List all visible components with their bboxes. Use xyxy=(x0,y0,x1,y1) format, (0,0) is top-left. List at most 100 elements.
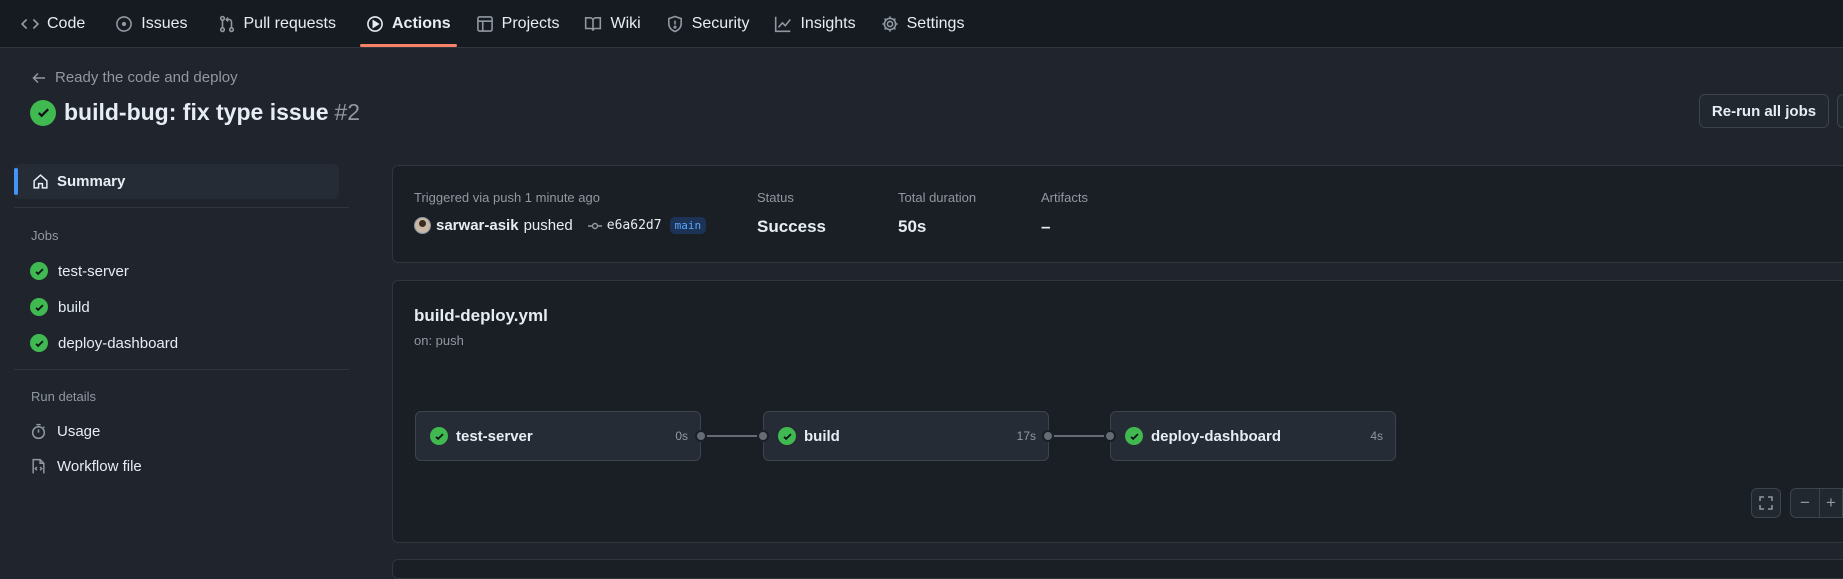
job-node-test-server[interactable]: test-server 0s xyxy=(415,411,701,461)
zoom-out-button[interactable]: − xyxy=(1790,488,1820,518)
tab-settings[interactable]: Settings xyxy=(873,0,973,47)
tab-projects[interactable]: Projects xyxy=(468,0,568,47)
table-icon xyxy=(476,15,493,32)
job-duration: 0s xyxy=(675,429,688,443)
tab-label: Settings xyxy=(906,14,965,32)
status-label: Status xyxy=(757,190,794,205)
zoom-in-button[interactable]: + xyxy=(1819,488,1843,518)
trigger-details: sarwar-asik pushed e6a62d7 main xyxy=(414,217,707,234)
trigger-text: Triggered via push 1 minute ago xyxy=(414,190,600,205)
artifacts-label: Artifacts xyxy=(1041,190,1088,205)
tab-insights[interactable]: Insights xyxy=(766,0,863,47)
git-pull-request-icon xyxy=(219,15,234,32)
check-circle-icon xyxy=(30,334,48,352)
branch-badge[interactable]: main xyxy=(669,217,707,234)
sidebar-item-label: Summary xyxy=(57,173,126,190)
screen-full-icon xyxy=(1759,496,1773,510)
arrow-left-icon xyxy=(32,72,45,83)
status-value: Success xyxy=(757,217,826,236)
sidebar-item-job[interactable]: test-server xyxy=(30,262,129,280)
graph-icon xyxy=(775,16,792,32)
avatar[interactable] xyxy=(414,217,431,234)
shield-icon xyxy=(667,15,682,32)
tab-code[interactable]: Code xyxy=(13,0,93,47)
tab-issues[interactable]: Issues xyxy=(107,0,195,47)
run-title: build-bug: fix type issue xyxy=(64,99,329,125)
sidebar-item-label: Workflow file xyxy=(57,458,142,475)
push-action: pushed xyxy=(523,217,573,234)
sidebar-item-usage[interactable]: Usage xyxy=(30,423,100,440)
job-name: test-server xyxy=(456,427,533,445)
artifacts-value: – xyxy=(1041,217,1051,236)
workflow-trigger: on: push xyxy=(414,333,464,348)
commit-sha: e6a62d7 xyxy=(606,218,662,233)
sidebar-item-workflow-file[interactable]: Workflow file xyxy=(30,458,142,475)
book-icon xyxy=(585,16,602,31)
job-label: test-server xyxy=(58,262,129,280)
tab-label: Insights xyxy=(800,14,856,32)
tab-label: Security xyxy=(691,14,750,32)
connector-dot xyxy=(695,430,707,442)
back-link[interactable]: Ready the code and deploy xyxy=(31,69,238,86)
duration-label: Total duration xyxy=(898,190,977,205)
run-details-heading: Run details xyxy=(31,389,97,404)
issue-opened-icon xyxy=(116,15,133,32)
check-circle-icon xyxy=(30,99,56,126)
home-icon xyxy=(33,174,48,189)
job-duration: 4s xyxy=(1370,429,1383,443)
run-number: #2 xyxy=(334,99,361,125)
job-label: build xyxy=(58,298,90,316)
back-link-label: Ready the code and deploy xyxy=(55,69,238,86)
check-circle-icon xyxy=(30,262,48,280)
job-connector xyxy=(701,435,763,437)
sidebar-item-job[interactable]: deploy-dashboard xyxy=(30,334,178,352)
tab-label: Pull requests xyxy=(243,14,337,32)
sidebar-item-label: Usage xyxy=(57,423,101,440)
next-card xyxy=(392,559,1843,579)
tab-pull-requests[interactable]: Pull requests xyxy=(210,0,345,47)
sidebar-item-job[interactable]: build xyxy=(30,298,90,316)
workflow-file-name[interactable]: build-deploy.yml xyxy=(414,306,548,326)
check-circle-icon xyxy=(30,298,48,316)
tab-label: Actions xyxy=(392,14,451,32)
actor-name[interactable]: sarwar-asik xyxy=(436,217,519,234)
stopwatch-icon xyxy=(31,423,46,440)
more-options-button[interactable] xyxy=(1837,94,1843,128)
git-commit-icon xyxy=(587,222,602,229)
jobs-heading: Jobs xyxy=(31,228,59,243)
file-code-icon xyxy=(32,458,45,474)
commit-link[interactable]: e6a62d7 xyxy=(587,218,662,234)
connector-dot xyxy=(1104,430,1116,442)
job-node-deploy-dashboard[interactable]: deploy-dashboard 4s xyxy=(1110,411,1396,461)
job-duration: 17s xyxy=(1016,429,1036,443)
job-connector xyxy=(1048,435,1110,437)
job-name: deploy-dashboard xyxy=(1151,427,1282,445)
tab-label: Wiki xyxy=(610,14,641,32)
connector-dot xyxy=(757,430,769,442)
check-circle-icon xyxy=(778,427,796,445)
page-title: build-bug: fix type issue #2 xyxy=(64,99,360,126)
tab-actions[interactable]: Actions xyxy=(358,0,459,47)
run-summary-card xyxy=(392,165,1843,263)
fullscreen-button[interactable] xyxy=(1751,488,1781,518)
rerun-all-jobs-button[interactable]: Re-run all jobs xyxy=(1699,94,1829,128)
check-circle-icon xyxy=(1125,427,1143,445)
gear-icon xyxy=(881,15,898,32)
sidebar-divider xyxy=(14,207,349,208)
check-circle-icon xyxy=(430,427,448,445)
job-label: deploy-dashboard xyxy=(58,334,179,352)
run-title-row: build-bug: fix type issue #2 xyxy=(30,99,360,126)
connector-dot xyxy=(1042,430,1054,442)
tab-security[interactable]: Security xyxy=(658,0,758,47)
tab-label: Issues xyxy=(141,14,188,32)
tab-label: Projects xyxy=(501,14,560,32)
code-icon xyxy=(21,18,39,29)
tab-wiki[interactable]: Wiki xyxy=(576,0,648,47)
play-icon xyxy=(367,15,383,32)
sidebar-divider xyxy=(14,369,349,370)
sidebar-item-summary[interactable]: Summary xyxy=(14,164,339,199)
job-node-build[interactable]: build 17s xyxy=(763,411,1049,461)
job-name: build xyxy=(804,427,840,445)
tab-label: Code xyxy=(47,14,86,32)
duration-value: 50s xyxy=(898,217,927,236)
